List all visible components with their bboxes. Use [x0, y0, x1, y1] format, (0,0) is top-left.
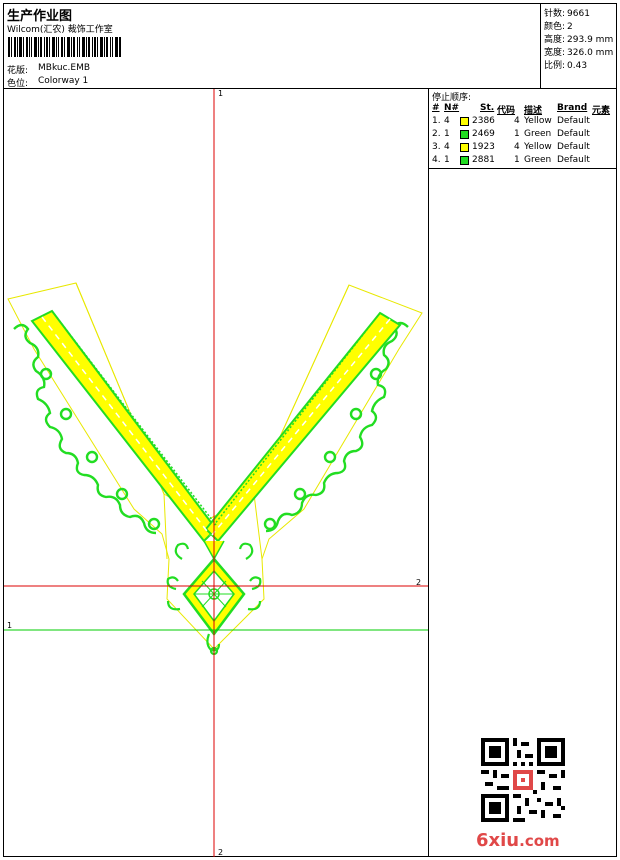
stop-row-code: 4 — [514, 116, 520, 126]
embroidery-canvas — [4, 89, 428, 857]
barcode — [8, 37, 121, 57]
axis-label-red-horizontal: 2 — [416, 578, 422, 587]
green-trim-right — [263, 321, 409, 533]
stop-row-index: 1. — [432, 116, 441, 126]
stop-row-brand: Default — [557, 116, 590, 126]
stat-height: 高度: 293.9 mm — [544, 35, 614, 45]
stop-row-stitches: 2881 — [472, 155, 495, 165]
qr-code — [481, 738, 565, 822]
stop-row-stitches: 2386 — [472, 116, 495, 126]
stop-row-stitches: 1923 — [472, 142, 495, 152]
stop-row-index: 4. — [432, 155, 441, 165]
stop-row-code: 1 — [514, 129, 520, 139]
header-divider-vertical — [540, 3, 541, 88]
stop-header-element: 元素 — [592, 106, 611, 116]
stat-scale: 比例: 0.43 — [544, 61, 588, 71]
stop-header-index: # — [432, 103, 440, 113]
stop-row-brand: Default — [557, 142, 590, 152]
axis-label-green-horizontal: 1 — [7, 621, 13, 630]
color-swatch-green — [460, 156, 469, 165]
stop-row-stitches: 2469 — [472, 129, 495, 139]
stop-row-description: Green — [524, 129, 552, 139]
colorway-value: Colorway 1 — [38, 76, 89, 86]
stop-row-needle: 1 — [444, 155, 450, 165]
stop-row-needle: 4 — [444, 142, 450, 152]
stop-header-needle: N# — [444, 103, 460, 113]
stop-header-brand: Brand — [557, 103, 588, 113]
stop-header-description: 描述 — [524, 106, 543, 116]
color-swatch-green — [460, 130, 469, 139]
stat-width: 宽度: 326.0 mm — [544, 48, 614, 58]
yellow-band-left — [30, 309, 218, 543]
stop-sequence-title: 停止顺序: — [432, 93, 472, 103]
axis-label-bottom: 2 — [218, 848, 224, 857]
stop-table-divider — [429, 168, 617, 169]
stop-row-code: 1 — [514, 155, 520, 165]
watermark-logo: 6xiu.com — [476, 830, 560, 851]
color-swatch-yellow — [460, 117, 469, 126]
stop-row-description: Yellow — [524, 142, 552, 152]
stop-row-brand: Default — [557, 129, 590, 139]
right-panel-divider — [428, 88, 429, 857]
pattern-value: MBkuc.EMB — [38, 63, 91, 73]
stop-row-needle: 1 — [444, 129, 450, 139]
stat-color-count: 颜色: 2 — [544, 22, 573, 32]
stop-row-index: 2. — [432, 129, 441, 139]
color-swatch-yellow — [460, 143, 469, 152]
stop-row-code: 4 — [514, 142, 520, 152]
stop-header-stitches: St. — [480, 103, 495, 113]
stop-row-brand: Default — [557, 155, 590, 165]
stat-stitch-count: 针数: 9661 — [544, 9, 590, 19]
stop-row-needle: 4 — [444, 116, 450, 126]
stop-header-code: 代码 — [497, 106, 516, 116]
stop-row-index: 3. — [432, 142, 441, 152]
axis-label-top: 1 — [218, 89, 224, 98]
pattern-label: 花版: — [7, 66, 29, 76]
stop-row-description: Yellow — [524, 116, 552, 126]
stop-row-description: Green — [524, 155, 552, 165]
company-name: Wilcom(汇农) 裁饰工作室 — [7, 25, 113, 35]
